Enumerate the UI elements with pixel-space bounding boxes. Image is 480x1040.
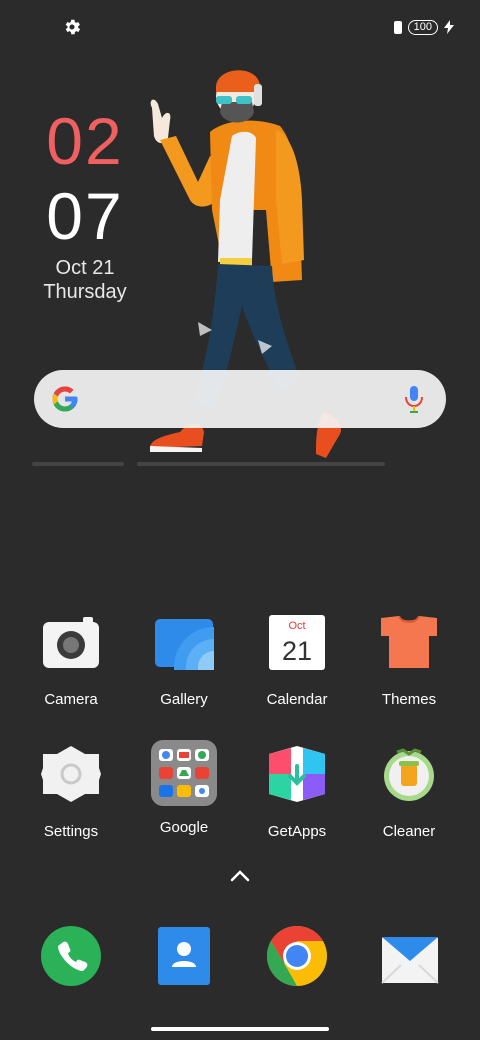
app-label: GetApps: [267, 823, 327, 840]
app-cleaner[interactable]: Cleaner: [359, 746, 459, 840]
contacts-icon[interactable]: [154, 925, 216, 987]
cleaner-icon: [384, 748, 434, 801]
app-label: Camera: [44, 691, 98, 708]
app-label: Google: [159, 819, 209, 836]
app-google-folder[interactable]: Google: [134, 740, 234, 836]
app-settings[interactable]: Settings: [21, 746, 121, 840]
sim-card-icon: [393, 20, 402, 34]
camera-icon: [43, 617, 99, 668]
app-label: Themes: [381, 691, 437, 708]
clock-date: Oct 21: [55, 257, 115, 279]
messages-icon[interactable]: [379, 925, 441, 987]
chrome-icon[interactable]: [266, 925, 328, 987]
battery-indicator: 100: [407, 19, 438, 35]
calendar-day: 21: [282, 636, 312, 666]
clock-hour: 02: [46, 104, 124, 178]
app-calendar[interactable]: Oct 21 Calendar: [247, 614, 347, 708]
app-label: Settings: [43, 823, 99, 840]
google-folder-icon: [151, 740, 217, 806]
app-label: Cleaner: [382, 823, 436, 840]
clock-minute: 07: [46, 179, 124, 253]
app-label: Calendar: [266, 691, 328, 708]
page-indicator-1: [32, 462, 124, 466]
charging-icon: [444, 20, 454, 34]
calendar-icon: Oct 21: [269, 615, 325, 670]
themes-icon: [381, 615, 437, 668]
chevron-up-icon[interactable]: [228, 866, 252, 886]
gallery-icon: [155, 619, 254, 707]
google-search-bar[interactable]: [34, 370, 446, 428]
calendar-month: Oct: [288, 620, 305, 632]
app-label: Gallery: [160, 691, 208, 708]
app-camera[interactable]: Camera: [21, 614, 121, 708]
clock-widget[interactable]: 02 07 Oct 21 Thursday: [30, 108, 140, 304]
app-gallery[interactable]: Gallery: [134, 614, 254, 708]
home-indicator-bar[interactable]: [151, 1027, 329, 1031]
app-themes[interactable]: Themes: [359, 614, 459, 708]
google-g-icon: [52, 386, 78, 412]
settings-gear-icon: [65, 19, 81, 35]
clock-day: Thursday: [43, 281, 127, 303]
settings-icon: [41, 746, 101, 802]
status-icons: 100: [393, 18, 454, 36]
phone-icon[interactable]: [40, 925, 102, 987]
app-getapps[interactable]: GetApps: [247, 746, 347, 840]
page-indicator-2: [137, 462, 385, 466]
getapps-icon: [269, 746, 325, 802]
microphone-icon[interactable]: [404, 385, 424, 413]
